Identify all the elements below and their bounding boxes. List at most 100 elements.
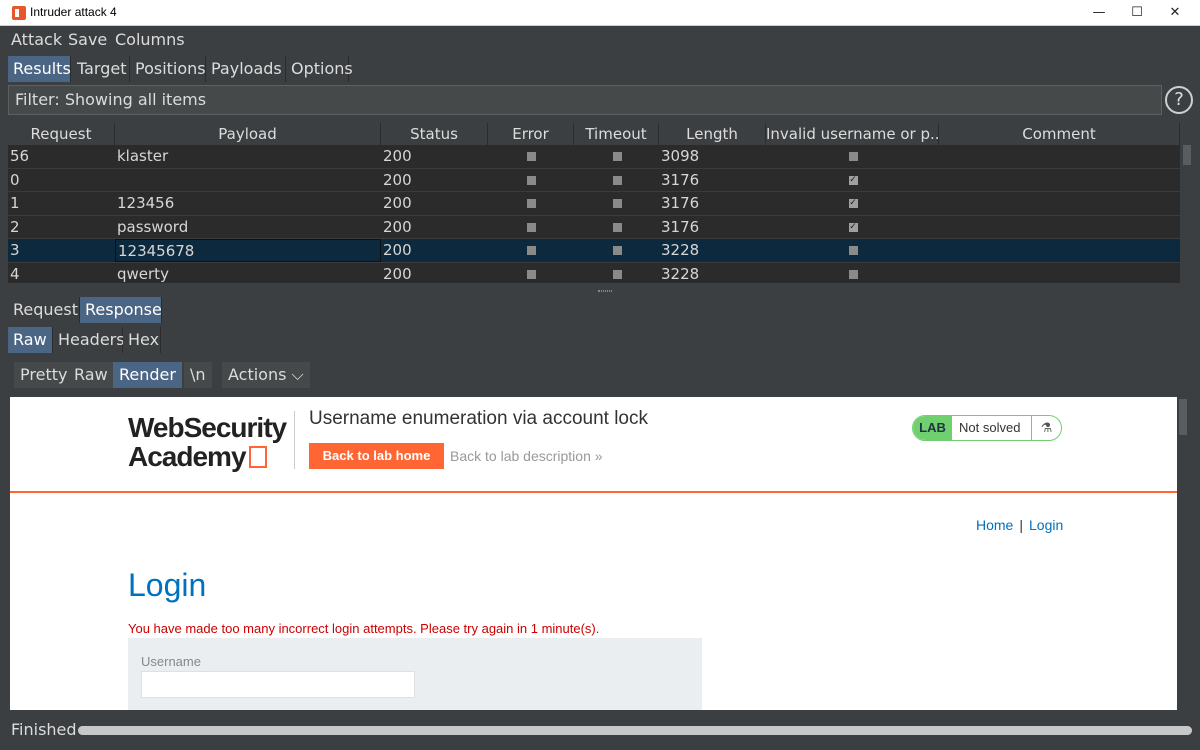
header-divider [294,411,295,469]
pane-splitter[interactable] [0,288,1200,294]
menu-attack[interactable]: Attack [11,30,62,49]
cell-length: 3176 [661,170,700,189]
table-row[interactable]: 1 123456 200 3176 ✓ [8,192,1180,216]
cell-length: 3228 [661,265,700,283]
pretty-button[interactable]: Pretty [14,362,74,388]
results-table: Request Payload Status Error Timeout Len… [8,123,1180,283]
raw-button[interactable]: Raw [68,362,114,388]
cell-comment [939,169,1180,192]
cell-status: 200 [383,265,412,283]
invalid-checkbox: ✓ [848,198,858,209]
lab-status-badge: LAB Not solved ⚗ [912,415,1062,441]
invalid-checkbox [848,246,858,256]
error-checkbox [527,152,536,161]
invalid-checkbox: ✓ [848,221,858,232]
cell-comment [939,263,1180,283]
actions-dropdown[interactable]: Actions ⌵ [222,362,310,388]
back-to-lab-description-link[interactable]: Back to lab description » [450,448,603,464]
splitter-grip-icon[interactable] [598,290,612,292]
cell-status: 200 [383,147,412,165]
lab-title: Username enumeration via account lock [309,408,649,429]
menu-columns[interactable]: Columns [115,30,185,49]
timeout-checkbox [612,222,622,232]
col-length[interactable]: Length [659,123,766,145]
status-bar: Finished [0,718,1200,742]
col-status[interactable]: Status [381,123,488,145]
table-scrollbar[interactable] [1182,123,1192,283]
timeout-checkbox [612,175,622,185]
tab-payloads[interactable]: Payloads [206,56,286,82]
cell-request: 0 [10,170,20,189]
cell-payload: 12345678 [115,239,381,263]
col-timeout[interactable]: Timeout [574,123,659,145]
web-security-academy-logo[interactable]: WebSecurity Academy [128,412,287,472]
nav-separator: | [1019,517,1023,533]
col-error[interactable]: Error [488,123,574,145]
cell-payload: 123456 [117,194,175,213]
burp-app-icon [12,6,26,20]
username-label: Username [141,654,201,669]
window-title: Intruder attack 4 [30,5,117,19]
tab-positions[interactable]: Positions [130,56,206,82]
results-filter-bar[interactable]: Filter: Showing all items [8,85,1162,115]
top-nav: Home | Login [976,517,1063,533]
cell-request: 1 [10,194,20,213]
menu-save[interactable]: Save [68,30,107,49]
tab-target[interactable]: Target [72,56,130,82]
render-button[interactable]: Render [113,362,182,388]
cell-status: 200 [383,170,412,189]
tab-options[interactable]: Options [286,56,353,82]
cell-request: 2 [10,217,20,236]
tab-results[interactable]: Results [8,56,71,82]
help-icon[interactable]: ? [1165,86,1193,114]
cell-comment [939,216,1180,239]
table-scroll-thumb[interactable] [1183,145,1191,165]
logo-line-1: WebSecurity [128,412,287,443]
table-header: Request Payload Status Error Timeout Len… [8,123,1180,145]
error-checkbox [527,175,536,185]
tab-response[interactable]: Response [80,297,162,323]
cell-status: 200 [383,217,412,236]
col-request[interactable]: Request [8,123,115,145]
nav-login-link[interactable]: Login [1029,517,1063,533]
col-comment[interactable]: Comment [939,123,1180,145]
nav-home-link[interactable]: Home [976,517,1013,533]
close-button[interactable]: ✕ [1160,3,1190,23]
cell-payload: klaster [117,147,169,165]
table-row[interactable]: 0 200 3176 ✓ [8,169,1180,193]
error-checkbox [527,199,536,209]
invalid-checkbox: ✓ [848,174,858,185]
table-row[interactable]: 4 qwerty 200 3228 [8,263,1180,283]
login-heading: Login [128,567,207,603]
minimize-button[interactable]: — [1084,3,1114,23]
cell-status: 200 [383,241,412,260]
maximize-button[interactable]: ☐ [1122,3,1152,23]
render-scrollbar[interactable] [1178,397,1188,710]
lightning-bolt-icon [248,446,267,468]
table-row[interactable]: 3 12345678 200 3228 [8,239,1180,263]
tab-headers[interactable]: Headers [53,327,125,353]
username-input[interactable] [141,671,415,698]
lab-label: LAB [913,416,952,440]
back-to-lab-home-button[interactable]: Back to lab home [309,443,444,469]
tab-raw[interactable]: Raw [8,327,53,353]
cell-payload: password [117,217,189,236]
render-scroll-thumb[interactable] [1179,399,1187,435]
table-row[interactable]: 2 password 200 3176 ✓ [8,216,1180,240]
newline-toggle-button[interactable]: \n [184,362,212,388]
table-row[interactable]: 56 klaster 200 3098 [8,145,1180,169]
window-titlebar: Intruder attack 4 — ☐ ✕ [0,0,1200,26]
col-invalid-username[interactable]: Invalid username or p... [766,123,939,145]
header-orange-rule [10,491,1177,493]
tab-hex[interactable]: Hex [123,327,161,353]
cell-comment [939,145,1180,168]
logo-line-2: Academy [128,441,247,472]
invalid-checkbox [848,270,858,279]
cell-comment [939,192,1180,215]
col-payload[interactable]: Payload [115,123,381,145]
tab-request[interactable]: Request [8,297,80,323]
timeout-checkbox [612,152,622,161]
cell-length: 3176 [661,217,700,236]
error-checkbox [527,246,536,256]
lockout-error-message: You have made too many incorrect login a… [128,621,600,636]
